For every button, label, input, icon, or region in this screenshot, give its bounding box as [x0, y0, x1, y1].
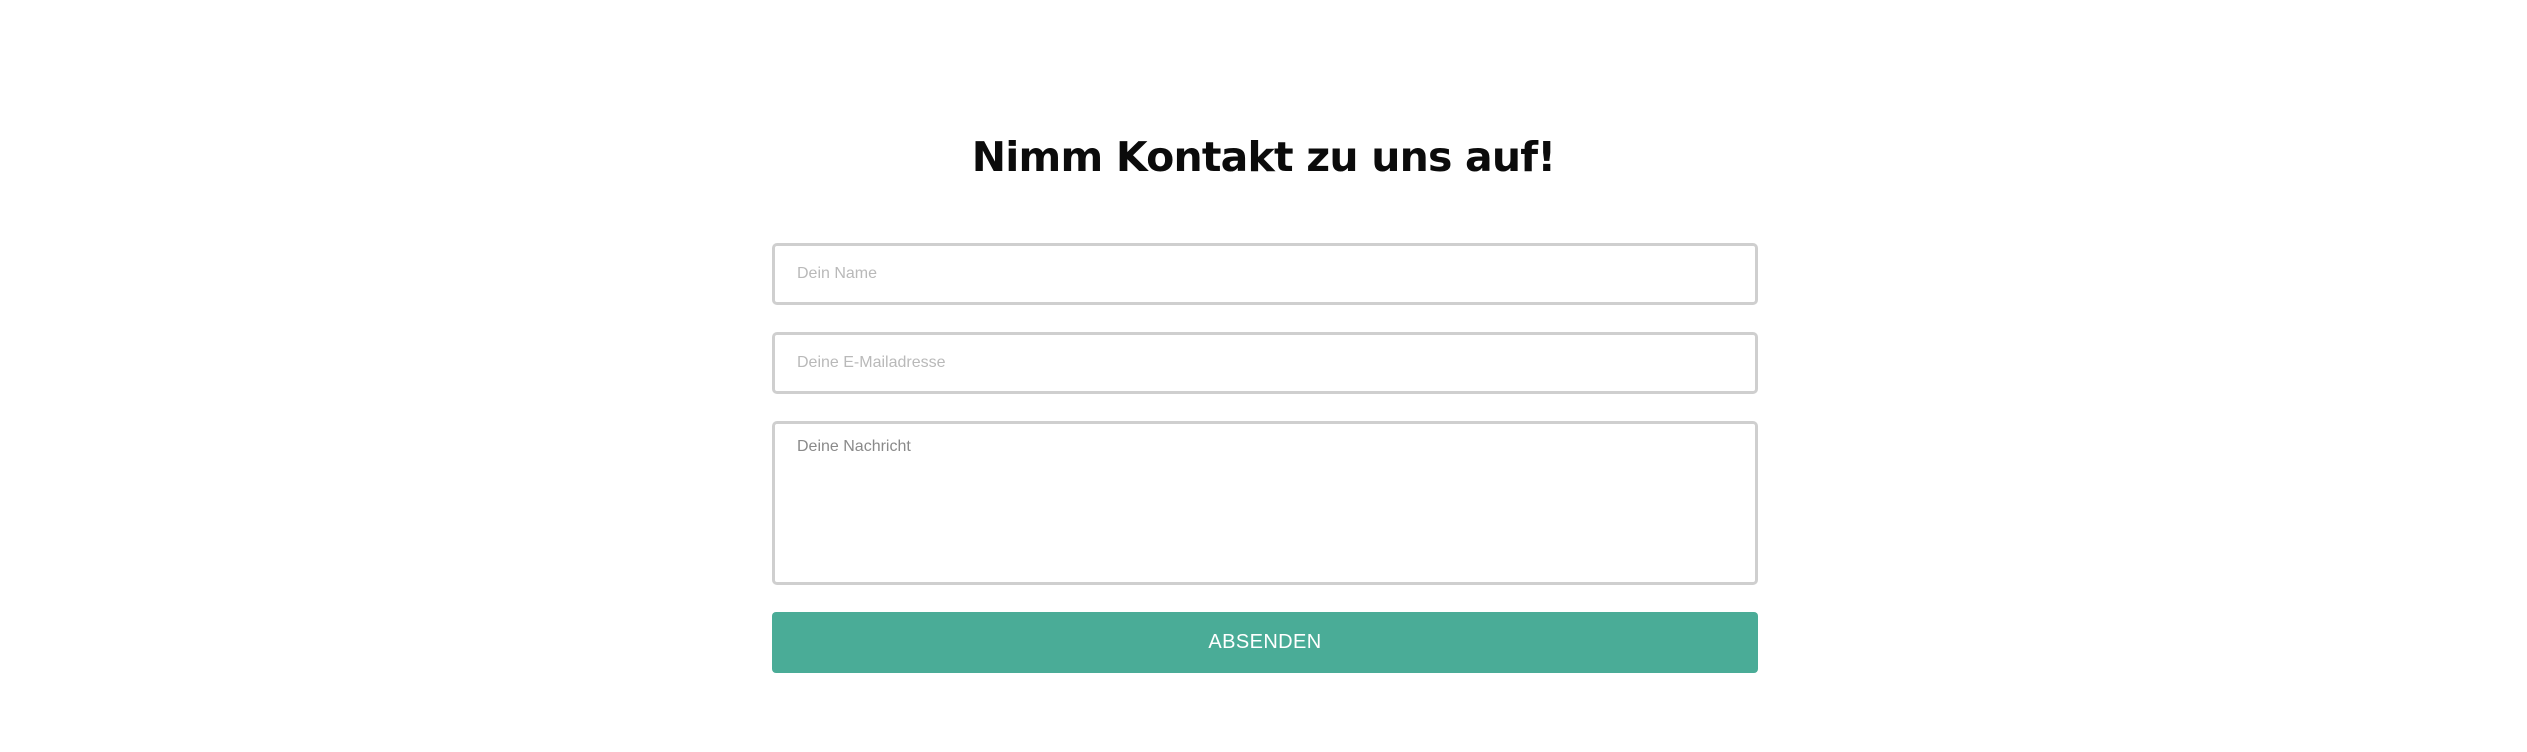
- name-input[interactable]: [772, 243, 1758, 305]
- contact-section: Nimm Kontakt zu uns auf! ABSENDEN: [0, 0, 2527, 752]
- submit-button[interactable]: ABSENDEN: [772, 612, 1758, 673]
- email-input[interactable]: [772, 332, 1758, 394]
- page-title: Nimm Kontakt zu uns auf!: [971, 133, 1556, 181]
- contact-form: ABSENDEN: [772, 243, 1758, 673]
- message-textarea[interactable]: [772, 421, 1758, 585]
